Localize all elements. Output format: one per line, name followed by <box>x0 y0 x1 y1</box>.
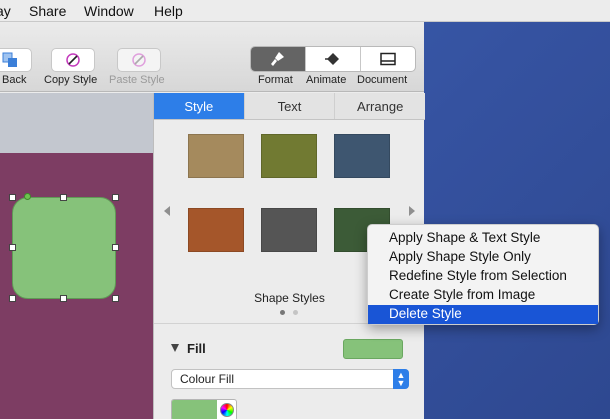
copy-style-button[interactable] <box>51 48 95 72</box>
resize-handle-left[interactable] <box>9 244 16 251</box>
back-button[interactable] <box>0 48 32 72</box>
resize-handle-bottom[interactable] <box>60 295 67 302</box>
keynote-window: Back Copy Style Paste Style Format Anima… <box>0 22 425 419</box>
disclosure-triangle-icon[interactable] <box>171 344 179 352</box>
page-dot-active[interactable] <box>280 310 285 315</box>
fill-color-preview[interactable] <box>343 339 403 359</box>
menu-share[interactable]: Share <box>29 3 66 19</box>
document-button[interactable] <box>361 47 415 71</box>
animate-label: Animate <box>306 74 347 86</box>
copy-style-label: Copy Style <box>44 74 98 86</box>
inspector-segmented-control <box>250 46 416 72</box>
fill-type-value: Colour Fill <box>180 372 235 386</box>
resize-handle-bottom-right[interactable] <box>112 295 119 302</box>
menu-item-delete-style[interactable]: Delete Style <box>368 305 598 324</box>
shape-style-swatch-3[interactable] <box>334 134 390 178</box>
format-label: Format <box>258 74 293 86</box>
document-window-icon <box>380 52 396 66</box>
menu-item-apply-shape-text-style[interactable]: Apply Shape & Text Style <box>368 229 598 248</box>
resize-handle-top-right[interactable] <box>112 194 119 201</box>
shape-style-swatch-2[interactable] <box>261 134 317 178</box>
animate-diamond-icon <box>325 53 339 65</box>
resize-handle-top-left[interactable] <box>9 194 16 201</box>
menu-play[interactable]: ay <box>0 3 11 19</box>
paste-style-label: Paste Style <box>109 74 165 86</box>
previous-styles-arrow-icon[interactable] <box>164 206 170 216</box>
menu-window[interactable]: Window <box>84 3 134 19</box>
context-menu: Apply Shape & Text Style Apply Shape Sty… <box>367 224 599 325</box>
inspector-tabs: Style Text Arrange <box>154 93 425 120</box>
shape-style-swatch-1[interactable] <box>188 134 244 178</box>
corner-radius-handle[interactable] <box>24 193 31 200</box>
fill-type-select[interactable]: Colour Fill ▲ ▼ <box>171 369 409 389</box>
menu-help[interactable]: Help <box>154 3 183 19</box>
menu-item-apply-shape-style-only[interactable]: Apply Shape Style Only <box>368 248 598 267</box>
colour-well-swatch[interactable] <box>172 400 217 419</box>
tab-style[interactable]: Style <box>154 93 245 119</box>
menu-item-redefine-style[interactable]: Redefine Style from Selection <box>368 267 598 286</box>
shape-style-swatch-4[interactable] <box>188 208 244 252</box>
page-dot[interactable] <box>293 310 298 315</box>
resize-handle-right[interactable] <box>112 244 119 251</box>
back-label: Back <box>2 74 27 86</box>
paintbrush-icon <box>271 52 284 66</box>
menu-item-create-style-from-image[interactable]: Create Style from Image <box>368 286 598 305</box>
resize-handle-top[interactable] <box>60 194 67 201</box>
arrange-back-icon <box>2 52 17 67</box>
tab-text[interactable]: Text <box>245 93 336 119</box>
eyedropper-icon <box>66 53 80 67</box>
select-chevrons-icon: ▲ ▼ <box>393 369 409 389</box>
next-styles-arrow-icon[interactable] <box>409 206 415 216</box>
tab-arrange[interactable]: Arrange <box>335 93 425 119</box>
menu-bar: ay Share Window Help <box>0 0 610 22</box>
animate-button[interactable] <box>306 47 361 71</box>
selected-rounded-rectangle[interactable] <box>12 197 116 299</box>
paste-style-button[interactable] <box>117 48 161 72</box>
color-wheel-icon[interactable] <box>220 403 234 417</box>
format-button[interactable] <box>251 47 306 71</box>
fill-section-title: Fill <box>187 341 206 356</box>
canvas-area[interactable] <box>0 93 153 153</box>
resize-handle-bottom-left[interactable] <box>9 295 16 302</box>
colour-well[interactable] <box>171 399 237 419</box>
shape-style-swatch-5[interactable] <box>261 208 317 252</box>
toolbar: Back Copy Style Paste Style Format Anima… <box>0 22 424 92</box>
paste-eyedropper-icon <box>132 53 146 67</box>
document-label: Document <box>357 74 408 86</box>
